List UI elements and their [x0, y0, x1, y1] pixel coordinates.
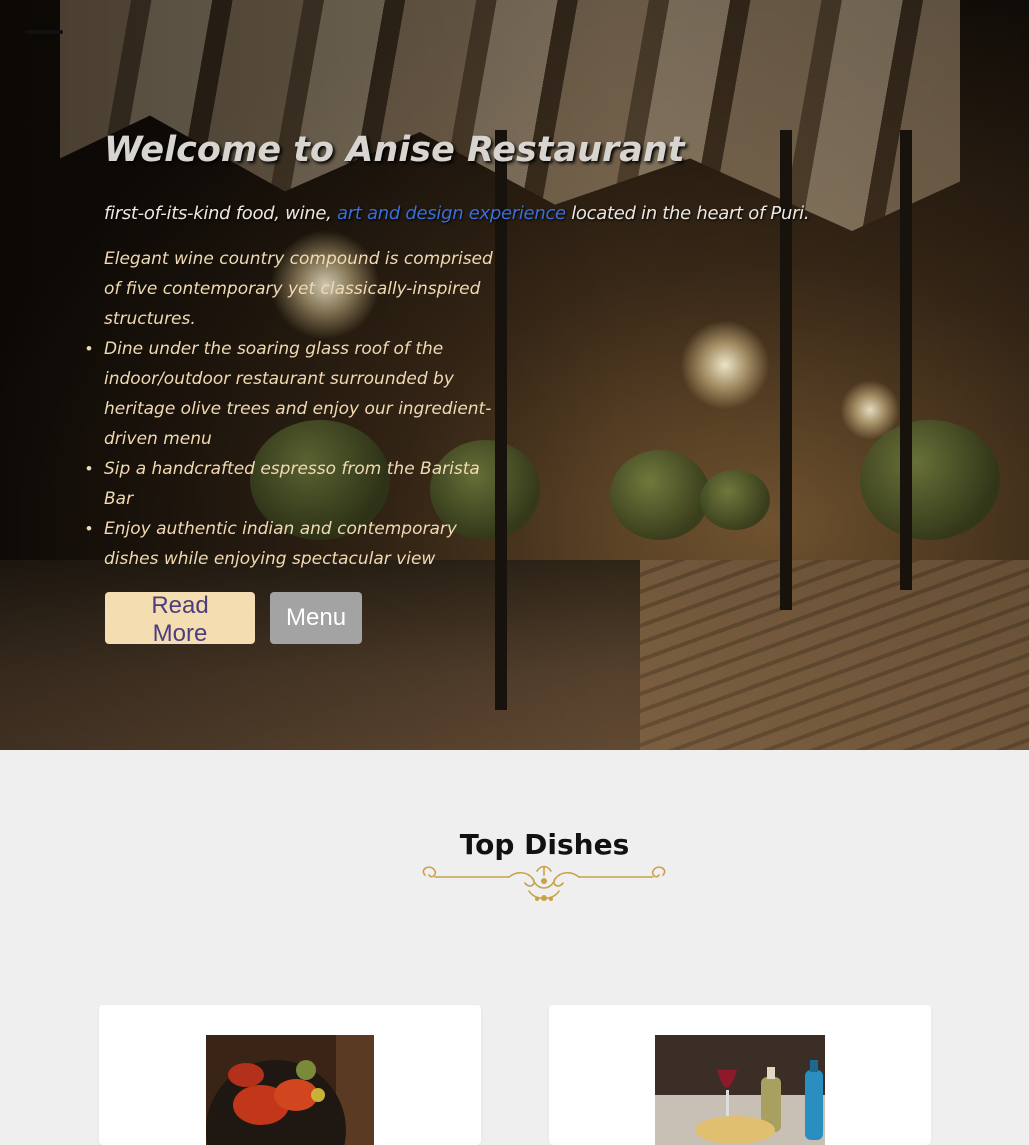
dish-card[interactable]	[99, 1005, 481, 1145]
tagline-link[interactable]: art and design experience	[337, 203, 566, 224]
hero-tagline: first-of-its-kind food, wine, art and de…	[104, 203, 810, 224]
hero-feature-list: Dine under the soaring glass roof of the…	[86, 334, 514, 574]
hero-feature-item: Sip a handcrafted espresso from the Bari…	[86, 454, 514, 514]
dish-image	[655, 1035, 825, 1145]
top-dishes-title: Top Dishes	[459, 828, 630, 861]
menu-button[interactable]: Menu	[270, 592, 362, 644]
tagline-end: located in the heart of Puri.	[565, 203, 810, 224]
hero-description: Elegant wine country compound is compris…	[86, 244, 514, 574]
dish-photo-illustration	[206, 1035, 374, 1145]
tagline-start: first-of-its-kind food, wine,	[104, 203, 337, 224]
hero-feature-item: Dine under the soaring glass roof of the…	[86, 334, 514, 454]
gold-flourish-divider-icon	[422, 865, 666, 901]
dish-card[interactable]	[549, 1005, 931, 1145]
hero-intro: Elegant wine country compound is compris…	[104, 249, 493, 329]
hero-banner: Welcome to Anise Restaurant first-of-its…	[0, 0, 1029, 750]
read-more-button[interactable]: Read More	[105, 592, 255, 647]
hero-feature-item: Enjoy authentic indian and contemporary …	[86, 514, 514, 574]
hero-title: Welcome to Anise Restaurant	[104, 130, 685, 170]
dish-photo-illustration	[655, 1035, 825, 1145]
hamburger-icon[interactable]	[25, 30, 63, 34]
dish-image	[206, 1035, 374, 1145]
